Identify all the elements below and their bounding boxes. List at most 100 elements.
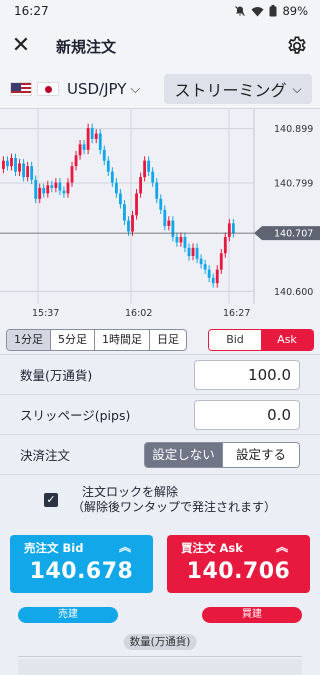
candle — [94, 133, 98, 139]
time-axis: 15:37 16:02 16:27 — [0, 304, 320, 326]
order-lock-label: 注文ロックを解除 — [82, 485, 179, 499]
candle — [102, 149, 106, 161]
candle — [74, 155, 78, 167]
timeframe-1min[interactable]: 1分足 — [7, 330, 51, 350]
close-icon[interactable]: ✕ — [10, 35, 32, 57]
candle — [151, 171, 155, 183]
settlement-label: 決済注文 — [20, 448, 71, 463]
currency-pair-selector[interactable]: USD/JPY — [67, 80, 126, 98]
quantity-label: 数量(万通貨) — [20, 368, 93, 383]
order-lock-text: 注文ロックを解除 （解除後ワンタップで発注されます） — [72, 485, 276, 515]
candle — [215, 269, 219, 284]
timeframe-row: 1分足 5分足 1時間足 日足 Bid Ask — [0, 326, 320, 354]
candle — [62, 190, 66, 194]
price-tick-label: 140.600 — [274, 287, 313, 298]
order-form: 数量(万通貨) 100.0 スリッページ(pips) 0.0 決済注文 設定しな… — [0, 354, 320, 475]
buy-position-button[interactable]: 買建 — [202, 607, 302, 623]
chevron-double-up-icon: ︽ — [118, 540, 131, 554]
ask-toggle[interactable]: Ask — [261, 330, 313, 350]
battery-icon — [269, 5, 277, 17]
mute-icon — [235, 6, 246, 16]
buy-order-button[interactable]: 買注文 Ask ︽ 140.706 — [167, 535, 310, 593]
chevron-down-icon[interactable]: ⌵ — [130, 82, 140, 97]
candle — [78, 144, 82, 156]
candle — [159, 198, 163, 210]
settlement-on-button[interactable]: 設定する — [222, 442, 299, 467]
slippage-input[interactable]: 0.0 — [194, 399, 300, 430]
order-buttons: 売注文 Bid ︽ 140.678 買注文 Ask ︽ 140.706 — [0, 535, 320, 593]
candle — [82, 144, 86, 150]
candle — [26, 166, 30, 178]
order-lock-note: （解除後ワンタップで発注されます） — [72, 500, 277, 514]
price-tick-label: 140.799 — [274, 179, 313, 190]
candle — [10, 158, 13, 167]
candle — [147, 160, 151, 172]
candle — [34, 179, 38, 199]
candle — [203, 264, 207, 270]
time-tick-label: 16:27 — [223, 308, 251, 319]
price-tick-label: 140.899 — [274, 124, 313, 135]
sell-position-button[interactable]: 売建 — [18, 607, 118, 623]
chevron-double-up-icon: ︽ — [275, 540, 288, 554]
sell-order-button[interactable]: 売注文 Bid ︽ 140.678 — [10, 535, 153, 593]
candle — [106, 160, 110, 172]
candle — [110, 171, 114, 183]
candle — [207, 269, 211, 278]
candle — [227, 223, 231, 237]
candle — [123, 204, 126, 221]
candle — [171, 220, 175, 237]
timeframe-1hour[interactable]: 1時間足 — [95, 330, 150, 350]
currency-pair-bar: USD/JPY ⌵ ストリーミング ⌵ — [0, 70, 320, 108]
candle — [58, 182, 62, 191]
battery-percent: 89% — [282, 4, 308, 18]
order-mode-dropdown[interactable]: ストリーミング ⌵ — [164, 74, 312, 104]
us-flag-icon — [10, 82, 32, 96]
candle — [54, 182, 58, 188]
candle — [223, 236, 227, 254]
candle — [2, 160, 5, 169]
candle — [135, 193, 138, 216]
candle — [143, 160, 147, 178]
current-price-label: 140.707 — [274, 229, 313, 240]
candlestick-chart: 140.899 140.799 140.600 140.707 — [0, 109, 320, 305]
price-chart[interactable]: 140.899 140.799 140.600 140.707 — [0, 108, 320, 305]
candle — [211, 277, 215, 284]
candle — [199, 258, 203, 265]
candle — [183, 236, 187, 248]
gear-icon[interactable] — [286, 35, 308, 57]
buy-order-label: 買注文 Ask — [181, 541, 243, 555]
timeframe-5min[interactable]: 5分足 — [51, 330, 95, 350]
settlement-off-button[interactable]: 設定しない — [145, 442, 222, 467]
candle — [86, 128, 90, 150]
candle — [50, 185, 54, 188]
quantity-input[interactable]: 100.0 — [194, 359, 300, 390]
candle — [155, 182, 159, 199]
status-time: 16:27 — [14, 4, 49, 18]
wifi-icon — [251, 6, 264, 16]
candle — [90, 128, 94, 139]
candle — [191, 247, 195, 256]
candle — [175, 236, 179, 243]
time-tick-label: 16:02 — [125, 308, 153, 319]
sell-price: 140.678 — [29, 559, 134, 584]
candle — [98, 133, 102, 150]
candle — [46, 185, 50, 194]
bottom-panel — [18, 659, 302, 675]
timeframe-selector: 1分足 5分足 1時間足 日足 — [6, 329, 187, 351]
timeframe-daily[interactable]: 日足 — [150, 330, 186, 350]
settlement-toggle: 設定しない 設定する — [144, 441, 300, 468]
jp-flag-icon — [37, 82, 59, 96]
slippage-row: スリッページ(pips) 0.0 — [0, 395, 320, 435]
order-lock-checkbox[interactable]: ✓ — [44, 493, 58, 507]
candle — [167, 220, 171, 227]
order-lock-row: ✓ 注文ロックを解除 （解除後ワンタップで発注されます） — [0, 475, 320, 535]
candle — [163, 209, 167, 227]
order-mode-label: ストリーミング — [174, 81, 287, 100]
time-tick-label: 15:37 — [32, 308, 60, 319]
candle — [179, 236, 183, 243]
candle — [187, 247, 191, 256]
candle — [127, 220, 130, 232]
candle — [42, 187, 46, 194]
bid-toggle[interactable]: Bid — [209, 330, 261, 350]
sell-order-label: 売注文 Bid — [24, 541, 84, 555]
